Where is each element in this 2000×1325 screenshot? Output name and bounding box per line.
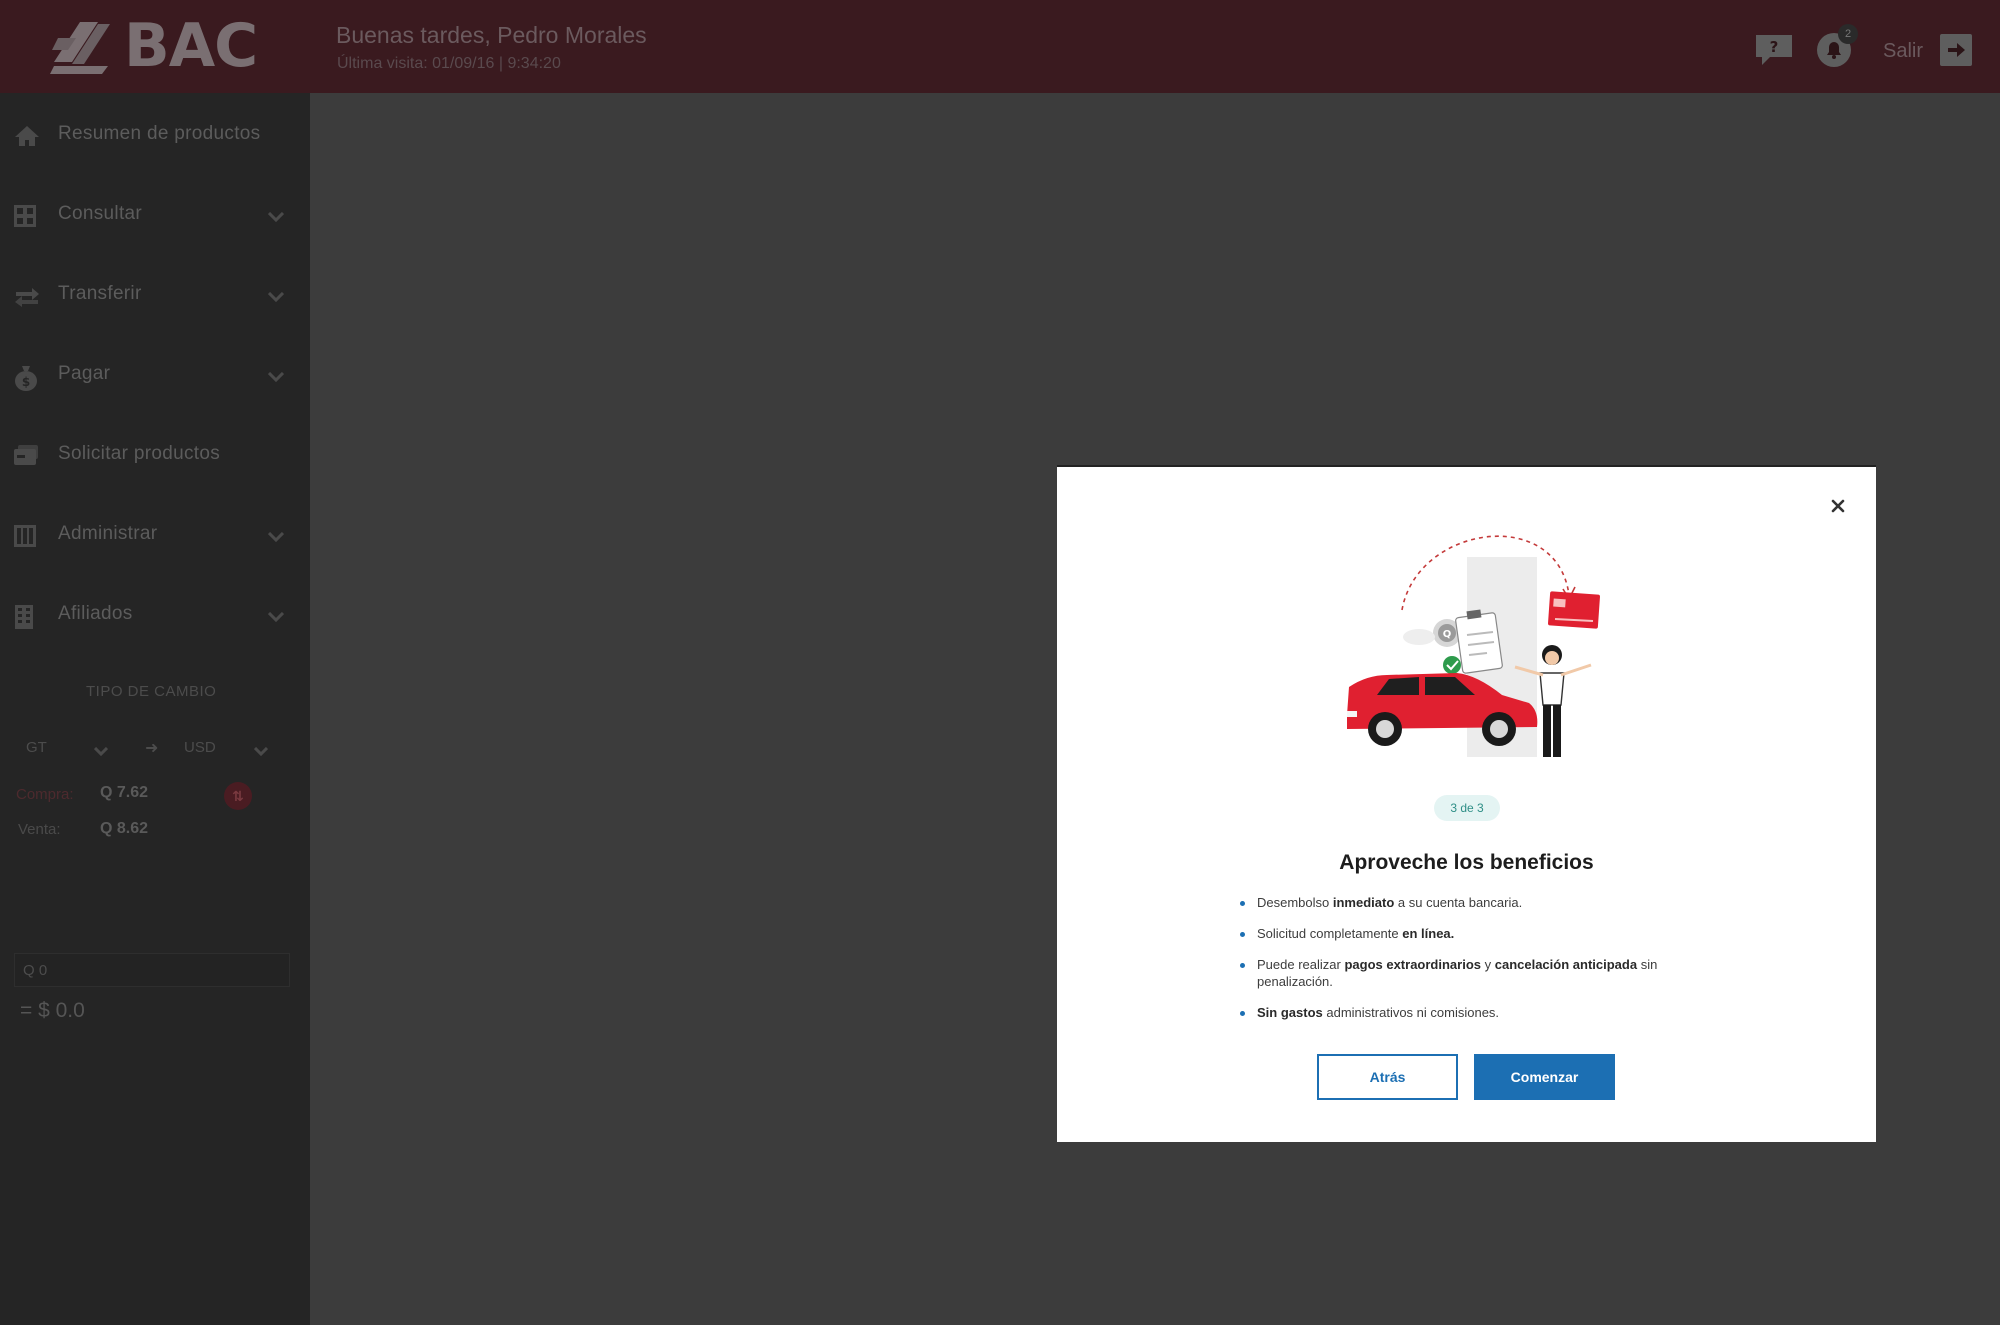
list-item: Solicitud completamente en línea. [1240,925,1700,942]
transfer-arrows-icon [14,285,40,312]
swap-currency-icon[interactable]: ⇅ [224,782,252,810]
sidebar-item-label: Administrar [58,523,158,544]
help-chat-icon[interactable]: ? [1754,33,1794,72]
sidebar-item-afiliados[interactable]: Afiliados [0,585,310,645]
content-overlay[interactable]: Q 3 de 3 Aproveche los beneficios Desemb… [310,93,2000,1325]
sidebar-item-pagar[interactable]: $ Pagar [0,345,310,405]
logout-arrow-icon[interactable] [1940,34,1972,71]
logout-label[interactable]: Salir [1883,40,1923,63]
chevron-down-icon[interactable] [267,529,285,547]
bac-logo[interactable]: BAC [50,11,258,81]
sidebar-item-transferir[interactable]: Transferir [0,265,310,325]
buy-rate-label: Compra: [16,786,74,803]
sidebar-item-administrar[interactable]: Administrar [0,505,310,565]
buy-rate-value: Q 7.62 [100,784,149,801]
list-item: Desembolso inmediato a su cuenta bancari… [1240,894,1700,911]
exchange-rate-title: TIPO DE CAMBIO [86,683,217,700]
start-button[interactable]: Comenzar [1474,1054,1615,1100]
chevron-down-icon[interactable] [253,743,269,761]
arrow-right-icon: ➜ [145,740,159,757]
last-visit-text: Última visita: 01/09/16 | 9:34:20 [337,55,561,72]
list-item: Puede realizar pagos extraordinarios y c… [1240,956,1700,990]
close-icon[interactable] [1827,495,1849,517]
sidebar-item-label: Afiliados [58,603,133,624]
sidebar-item-label: Resumen de productos [58,123,261,144]
benefits-modal: Q 3 de 3 Aproveche los beneficios Desemb… [1057,465,1876,1142]
chevron-down-icon[interactable] [93,743,109,761]
svg-text:Q: Q [1443,629,1452,640]
loan-illustration: Q [1307,515,1627,780]
bac-logo-mark-icon [50,22,110,74]
sidebar-item-solicitar[interactable]: Solicitar productos [0,425,310,485]
benefits-list: Desembolso inmediato a su cuenta bancari… [1240,894,1700,1021]
sidebar: Resumen de productos Consultar Transferi… [0,93,310,1325]
greeting-text: Buenas tardes, Pedro Morales [336,22,647,48]
admin-grid-icon [14,525,36,552]
to-currency-select[interactable]: USD [184,739,216,756]
building-icon [14,605,34,634]
sell-rate-label: Venta: [18,821,61,838]
step-indicator-badge: 3 de 3 [1434,795,1500,821]
top-header: BAC Buenas tardes, Pedro Morales Última … [0,0,2000,93]
svg-text:?: ? [1770,38,1779,56]
sidebar-item-label: Consultar [58,203,143,224]
sidebar-item-consultar[interactable]: Consultar [0,185,310,245]
sell-rate-value: Q 8.62 [100,820,149,837]
chevron-down-icon[interactable] [267,609,285,627]
brand-name: BAC [124,11,258,81]
sidebar-item-resumen[interactable]: Resumen de productos [0,105,310,165]
exchange-amount-input[interactable] [14,953,290,987]
modal-title: Aproveche los beneficios [1339,851,1594,874]
sidebar-item-label: Transferir [58,283,142,304]
svg-text:$: $ [22,375,30,389]
home-icon [14,125,40,152]
exchange-result: = $ 0.0 [20,999,85,1022]
money-bag-icon: $ [14,365,38,396]
notification-count-badge: 2 [1838,24,1858,44]
grid-icon [14,205,36,232]
sidebar-item-label: Pagar [58,363,111,384]
chevron-down-icon[interactable] [267,209,285,227]
chevron-down-icon[interactable] [267,289,285,307]
from-currency-select[interactable]: GT [26,739,47,756]
list-item: Sin gastos administrativos ni comisiones… [1240,1004,1700,1021]
sidebar-item-label: Solicitar productos [58,443,220,464]
chevron-down-icon[interactable] [267,369,285,387]
request-card-icon [14,445,38,472]
back-button[interactable]: Atrás [1317,1054,1458,1100]
